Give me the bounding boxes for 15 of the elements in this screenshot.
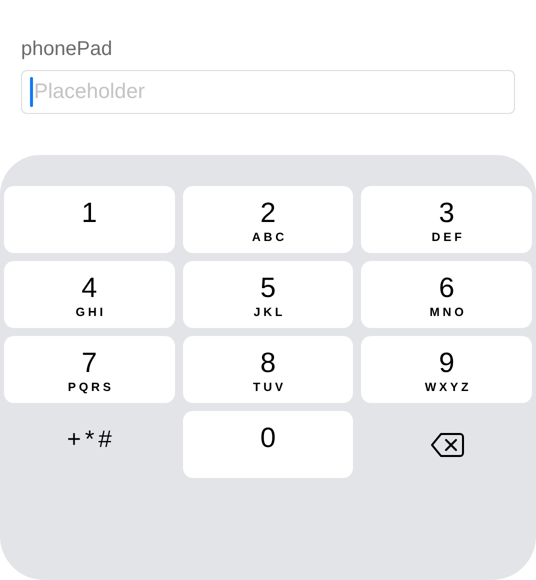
field-label: phonePad bbox=[21, 37, 114, 62]
digit-key[interactable]: 1 bbox=[4, 186, 175, 253]
digit-key[interactable]: 2 ABC bbox=[182, 186, 354, 253]
digit-key[interactable]: 4 GHI bbox=[4, 261, 175, 328]
digit-key[interactable]: 9 WXYZ bbox=[361, 336, 532, 403]
digit-key[interactable]: 3 DEF bbox=[361, 186, 532, 253]
digit-key[interactable]: 6 MNO bbox=[361, 261, 532, 328]
backspace-icon bbox=[430, 432, 464, 458]
delete-key[interactable] bbox=[430, 432, 464, 458]
digit-key[interactable]: 8 TUV bbox=[182, 336, 354, 403]
digit-key[interactable]: 7 PQRS bbox=[4, 336, 175, 403]
digit-key[interactable]: 0 bbox=[182, 411, 354, 478]
symbols-key[interactable]: +*# bbox=[4, 411, 175, 478]
text-field[interactable]: Placeholder bbox=[21, 70, 515, 114]
digit-key[interactable]: 5 JKL bbox=[182, 261, 354, 328]
